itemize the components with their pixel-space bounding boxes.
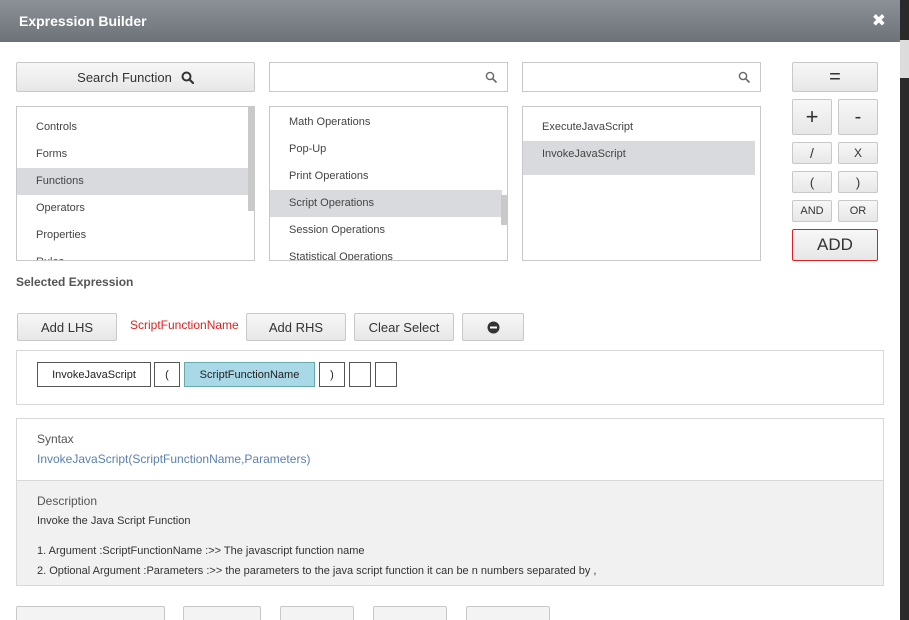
- search-icon: [485, 71, 497, 83]
- expression-token-empty[interactable]: [375, 362, 397, 387]
- clear-select-button[interactable]: Clear Select: [354, 313, 454, 341]
- add-button[interactable]: ADD: [792, 229, 878, 261]
- close-icon[interactable]: ✖: [872, 11, 886, 31]
- info-panel: Syntax InvokeJavaScript(ScriptFunctionNa…: [16, 418, 884, 586]
- syntax-heading: Syntax: [37, 432, 74, 446]
- search-function-label: Search Function: [77, 69, 172, 85]
- lhs-value: ScriptFunctionName: [130, 318, 239, 332]
- expression-builder-dialog: Expression Builder ✖ Search Function Con…: [0, 0, 900, 620]
- syntax-text: InvokeJavaScript(ScriptFunctionName,Para…: [37, 452, 311, 466]
- description-area: Description Invoke the Java Script Funct…: [17, 480, 883, 585]
- minus-circle-icon: [487, 321, 499, 333]
- expression-panel: InvokeJavaScript ( ScriptFunctionName ): [16, 350, 884, 405]
- close-paren-button[interactable]: ): [838, 171, 878, 193]
- categories-list[interactable]: Controls Forms Functions Operators Prope…: [16, 106, 255, 261]
- list-item-operators[interactable]: Operators: [17, 195, 249, 222]
- list-item-print-operations[interactable]: Print Operations: [270, 163, 502, 190]
- description-heading: Description: [37, 494, 98, 508]
- plus-button[interactable]: +: [792, 99, 832, 135]
- divide-button[interactable]: /: [792, 142, 832, 164]
- list-item-math-operations[interactable]: Math Operations: [270, 109, 502, 136]
- functions-list[interactable]: ExecuteJavaScript InvokeJavaScript: [522, 106, 761, 261]
- description-summary: Invoke the Java Script Function: [37, 515, 191, 527]
- add-rhs-button[interactable]: Add RHS: [246, 313, 346, 341]
- background-strip: [900, 0, 909, 620]
- list-item-forms[interactable]: Forms: [17, 141, 249, 168]
- minus-button[interactable]: -: [838, 99, 878, 135]
- categories-scrollbar[interactable]: [248, 107, 254, 211]
- footer-button[interactable]: [280, 606, 354, 620]
- search-function-button[interactable]: Search Function: [16, 62, 255, 92]
- open-paren-button[interactable]: (: [792, 171, 832, 193]
- list-item-pop-up[interactable]: Pop-Up: [270, 136, 502, 163]
- footer-button[interactable]: [16, 606, 165, 620]
- remove-button[interactable]: [462, 313, 524, 341]
- equals-button[interactable]: =: [792, 62, 878, 92]
- and-button[interactable]: AND: [792, 200, 832, 222]
- search-icon: [738, 71, 750, 83]
- dialog-titlebar: Expression Builder ✖: [0, 0, 900, 42]
- functions-search-field[interactable]: [522, 62, 761, 92]
- footer-button[interactable]: [183, 606, 261, 620]
- list-item-session-operations[interactable]: Session Operations: [270, 217, 502, 244]
- description-argument-1: 1. Argument :ScriptFunctionName :>> The …: [37, 545, 365, 557]
- footer-button[interactable]: [466, 606, 550, 620]
- operations-search-input[interactable]: [270, 63, 472, 91]
- list-item-script-operations[interactable]: Script Operations: [270, 190, 502, 217]
- multiply-button[interactable]: X: [838, 142, 878, 164]
- list-item-functions[interactable]: Functions: [17, 168, 249, 195]
- search-icon: [181, 71, 194, 84]
- expression-token-empty[interactable]: [349, 362, 371, 387]
- expression-token-open-paren[interactable]: (: [154, 362, 180, 387]
- description-argument-2: 2. Optional Argument :Parameters :>> the…: [37, 565, 597, 577]
- or-button[interactable]: OR: [838, 200, 878, 222]
- list-item-rules[interactable]: Rules: [17, 249, 249, 260]
- add-lhs-button[interactable]: Add LHS: [17, 313, 117, 341]
- list-item-controls[interactable]: Controls: [17, 114, 249, 141]
- functions-search-input[interactable]: [523, 63, 725, 91]
- list-item-invokejavascript[interactable]: InvokeJavaScript: [523, 141, 755, 175]
- expression-token-function[interactable]: InvokeJavaScript: [37, 362, 151, 387]
- operations-scrollbar[interactable]: [501, 195, 507, 225]
- expression-token-argument[interactable]: ScriptFunctionName: [184, 362, 315, 387]
- expression-token-close-paren[interactable]: ): [319, 362, 345, 387]
- dialog-title: Expression Builder: [19, 13, 147, 29]
- operations-search-field[interactable]: [269, 62, 508, 92]
- footer-button[interactable]: [373, 606, 447, 620]
- background-edge: [900, 40, 909, 78]
- list-item-statistical-operations[interactable]: Statistical Operations: [270, 244, 502, 260]
- list-item-properties[interactable]: Properties: [17, 222, 249, 249]
- operations-list[interactable]: Math Operations Pop-Up Print Operations …: [269, 106, 508, 261]
- list-item-executejavascript[interactable]: ExecuteJavaScript: [523, 114, 755, 141]
- selected-expression-label: Selected Expression: [16, 275, 134, 289]
